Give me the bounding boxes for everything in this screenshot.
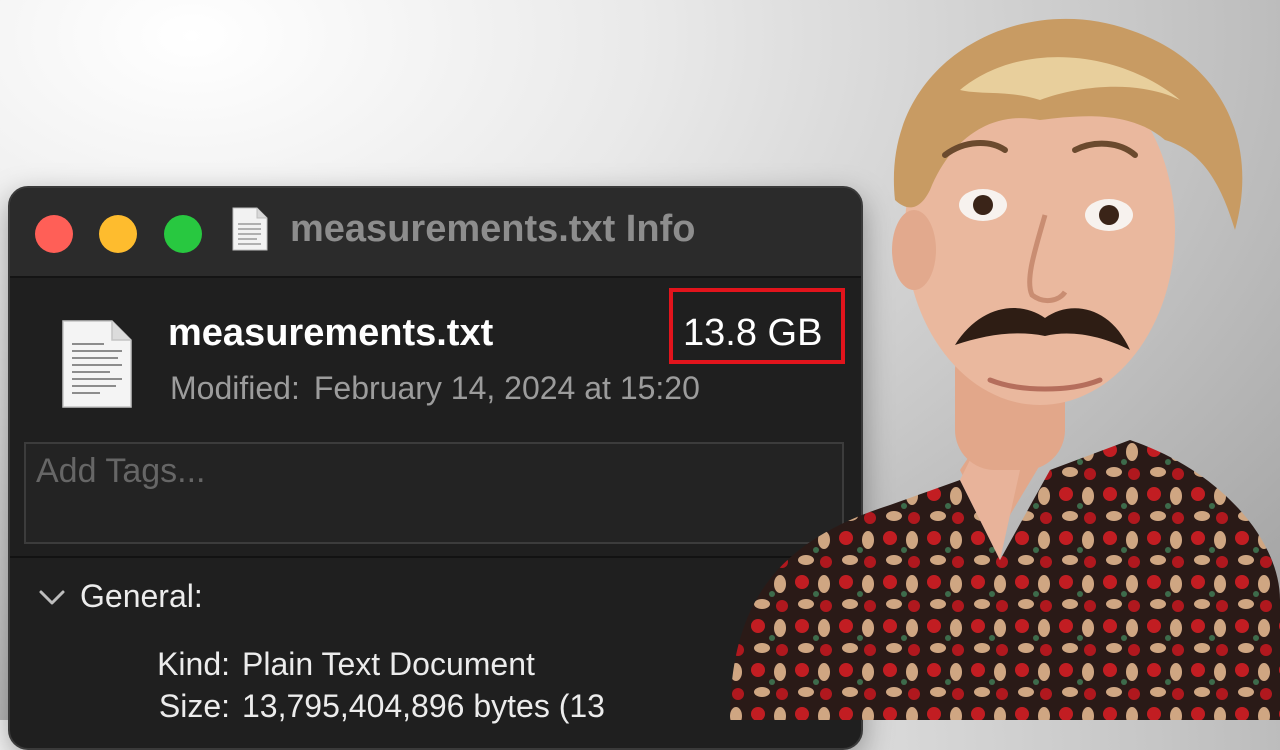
kind-value: Plain Text Document — [242, 646, 535, 682]
kind-row: Kind: Plain Text Document — [157, 646, 535, 683]
modified-date: Modified: February 14, 2024 at 15:20 — [170, 370, 700, 407]
size-value: 13,795,404,896 bytes (13 — [242, 688, 605, 724]
file-document-icon — [62, 320, 132, 408]
modified-value: February 14, 2024 at 15:20 — [313, 370, 700, 406]
general-section-label: General: — [80, 578, 203, 614]
kind-label: Kind: — [157, 646, 230, 682]
modified-label: Modified: — [170, 370, 300, 406]
minimize-button-icon[interactable] — [99, 215, 137, 253]
window-title: measurements.txt Info — [290, 208, 696, 250]
file-name: measurements.txt — [168, 312, 494, 354]
size-label: Size: — [158, 688, 230, 724]
document-icon — [232, 207, 268, 251]
chevron-down-icon — [39, 590, 65, 605]
size-row: Size: 13,795,404,896 bytes (13 — [159, 688, 605, 725]
zoom-button-icon[interactable] — [164, 215, 202, 253]
presenter-photo — [730, 18, 1280, 720]
tags-placeholder: Add Tags... — [36, 452, 206, 490]
close-button-icon[interactable] — [35, 215, 73, 253]
